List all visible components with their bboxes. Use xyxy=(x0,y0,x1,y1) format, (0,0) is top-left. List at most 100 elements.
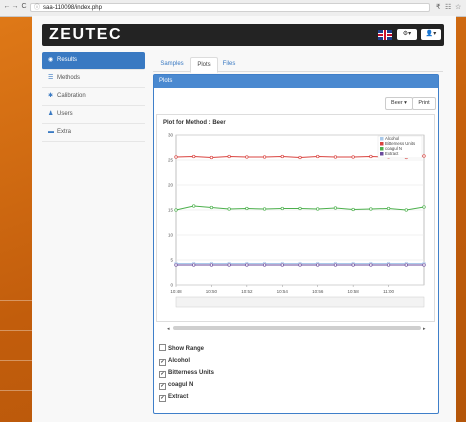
legend-label: Extract xyxy=(385,151,399,156)
data-point[interactable] xyxy=(404,208,408,212)
checkbox-alcohol[interactable]: ✓ Alcohol xyxy=(159,355,214,367)
data-point[interactable] xyxy=(333,155,338,159)
data-point[interactable] xyxy=(333,263,338,267)
sidebar-item-label: Results xyxy=(57,57,78,63)
back-icon[interactable]: ← xyxy=(3,3,11,11)
data-point[interactable] xyxy=(280,263,284,267)
checkbox-box[interactable] xyxy=(159,344,166,351)
reload-icon[interactable]: C xyxy=(20,3,28,11)
data-point[interactable] xyxy=(404,263,408,267)
data-point[interactable] xyxy=(351,263,355,267)
method-select-dropdown[interactable]: Beer ▾ xyxy=(385,97,413,110)
data-point[interactable] xyxy=(369,154,373,159)
checkbox-label: coagul N xyxy=(168,382,194,388)
range-navigator[interactable] xyxy=(175,296,425,308)
data-point[interactable] xyxy=(351,155,355,159)
data-point[interactable] xyxy=(209,263,214,267)
settings-dropdown-button[interactable]: ⚙▾ xyxy=(397,29,417,40)
x-tick-label: 10:52 xyxy=(241,289,253,294)
data-point[interactable] xyxy=(174,263,178,267)
checkbox-box[interactable]: ✓ xyxy=(159,383,166,390)
site-info-icon[interactable]: ⓘ xyxy=(34,5,40,11)
checkbox-box[interactable]: ✓ xyxy=(159,371,166,378)
data-point[interactable] xyxy=(227,207,231,211)
data-point[interactable] xyxy=(298,263,302,267)
data-point[interactable] xyxy=(245,206,249,211)
sidebar-item-extra[interactable]: ▬ Extra xyxy=(42,124,145,142)
checkbox-label: Alcohol xyxy=(168,358,190,364)
sidebar: ◉ Results ☰ Methods ✱ Calibration ♟ Users ▬ E… xyxy=(42,52,145,142)
data-point[interactable] xyxy=(227,154,231,159)
chart-scrollbar[interactable]: ◂ ▸ xyxy=(167,325,427,331)
sidebar-item-calibration[interactable]: ✱ Calibration xyxy=(42,88,145,106)
x-tick-label: 10:58 xyxy=(348,289,360,294)
data-point[interactable] xyxy=(369,263,373,267)
legend-swatch xyxy=(380,142,384,146)
data-point[interactable] xyxy=(209,155,214,160)
sidebar-item-results[interactable]: ◉ Results xyxy=(42,52,145,70)
data-point[interactable] xyxy=(316,263,320,267)
bookmark-star-icon[interactable]: ☆ xyxy=(455,3,461,12)
data-point[interactable] xyxy=(369,207,373,211)
line-chart[interactable]: 0 5 10 15 20 25 30 10:48 10:50 10:52 10:54 10:56 10:… xyxy=(162,129,430,309)
user-dropdown-button[interactable]: 👤▾ xyxy=(421,29,441,40)
browser-toolbar: ← → C ⓘ saa-110098/index.php ₹ ☷ ☆ xyxy=(0,0,466,17)
extensions-icon[interactable]: ☷ xyxy=(445,3,451,12)
data-point[interactable] xyxy=(262,263,267,267)
data-point[interactable] xyxy=(280,154,284,159)
data-point[interactable] xyxy=(422,263,426,267)
data-point[interactable] xyxy=(245,263,249,267)
data-point[interactable] xyxy=(174,155,178,159)
data-point[interactable] xyxy=(245,155,249,159)
top-navbar: ZEUTEC ⚙▾ 👤▾ xyxy=(42,24,444,46)
data-point[interactable] xyxy=(351,207,355,212)
data-point[interactable] xyxy=(386,206,391,211)
sidebar-item-label: Calibration xyxy=(57,93,86,99)
sidebar-item-methods[interactable]: ☰ Methods xyxy=(42,70,145,88)
x-tick-label: 10:56 xyxy=(312,289,324,294)
checkbox-box[interactable]: ✓ xyxy=(159,395,166,402)
data-point[interactable] xyxy=(316,154,320,159)
data-point[interactable] xyxy=(192,154,196,159)
data-point[interactable] xyxy=(209,205,214,210)
x-tick-label: 11:00 xyxy=(383,289,394,294)
checkbox-coagul-n[interactable]: ✓ coagul N xyxy=(159,379,214,391)
sidebar-item-users[interactable]: ♟ Users xyxy=(42,106,145,124)
y-tick-label: 0 xyxy=(170,283,173,288)
data-point[interactable] xyxy=(192,204,196,208)
data-point[interactable] xyxy=(174,208,178,212)
translate-icon[interactable]: ₹ xyxy=(436,3,440,12)
tab-plots[interactable]: Plots xyxy=(190,57,218,73)
url-text: saa-110098/index.php xyxy=(43,5,102,11)
data-point[interactable] xyxy=(298,206,302,211)
scroll-left-arrow[interactable]: ◂ xyxy=(167,326,170,331)
data-point[interactable] xyxy=(262,155,267,159)
checkbox-label: Extract xyxy=(168,394,189,400)
app-window: ZEUTEC ⚙▾ 👤▾ ◉ Results ☰ Methods ✱ Calibrat… xyxy=(32,16,456,422)
data-point[interactable] xyxy=(316,207,320,211)
y-tick-label: 15 xyxy=(168,208,174,213)
checkbox-extract[interactable]: ✓ Extract xyxy=(159,391,214,403)
uk-flag-icon[interactable] xyxy=(378,30,392,40)
data-point[interactable] xyxy=(280,206,284,211)
tab-bar: Samples Plots Files xyxy=(153,57,443,73)
print-button[interactable]: Print xyxy=(412,97,436,110)
data-point[interactable] xyxy=(386,263,391,267)
data-point[interactable] xyxy=(422,205,426,209)
data-point[interactable] xyxy=(422,154,426,158)
methods-icon: ☰ xyxy=(48,75,54,81)
scroll-right-arrow[interactable]: ▸ xyxy=(423,326,426,331)
tab-samples[interactable]: Samples xyxy=(157,57,187,71)
data-point[interactable] xyxy=(333,206,338,210)
data-point[interactable] xyxy=(227,263,231,267)
checkbox-show-range[interactable]: Show Range xyxy=(159,343,214,355)
address-bar[interactable]: ⓘ saa-110098/index.php xyxy=(30,3,430,12)
checkbox-bitterness-units[interactable]: ✓ Bitterness Units xyxy=(159,367,214,379)
data-point[interactable] xyxy=(262,207,267,211)
checkbox-box[interactable]: ✓ xyxy=(159,359,166,366)
data-point[interactable] xyxy=(192,263,196,267)
tab-files[interactable]: Files xyxy=(219,57,239,71)
data-point[interactable] xyxy=(298,155,302,160)
checkbox-label: Show Range xyxy=(168,346,205,352)
forward-icon[interactable]: → xyxy=(11,3,19,11)
